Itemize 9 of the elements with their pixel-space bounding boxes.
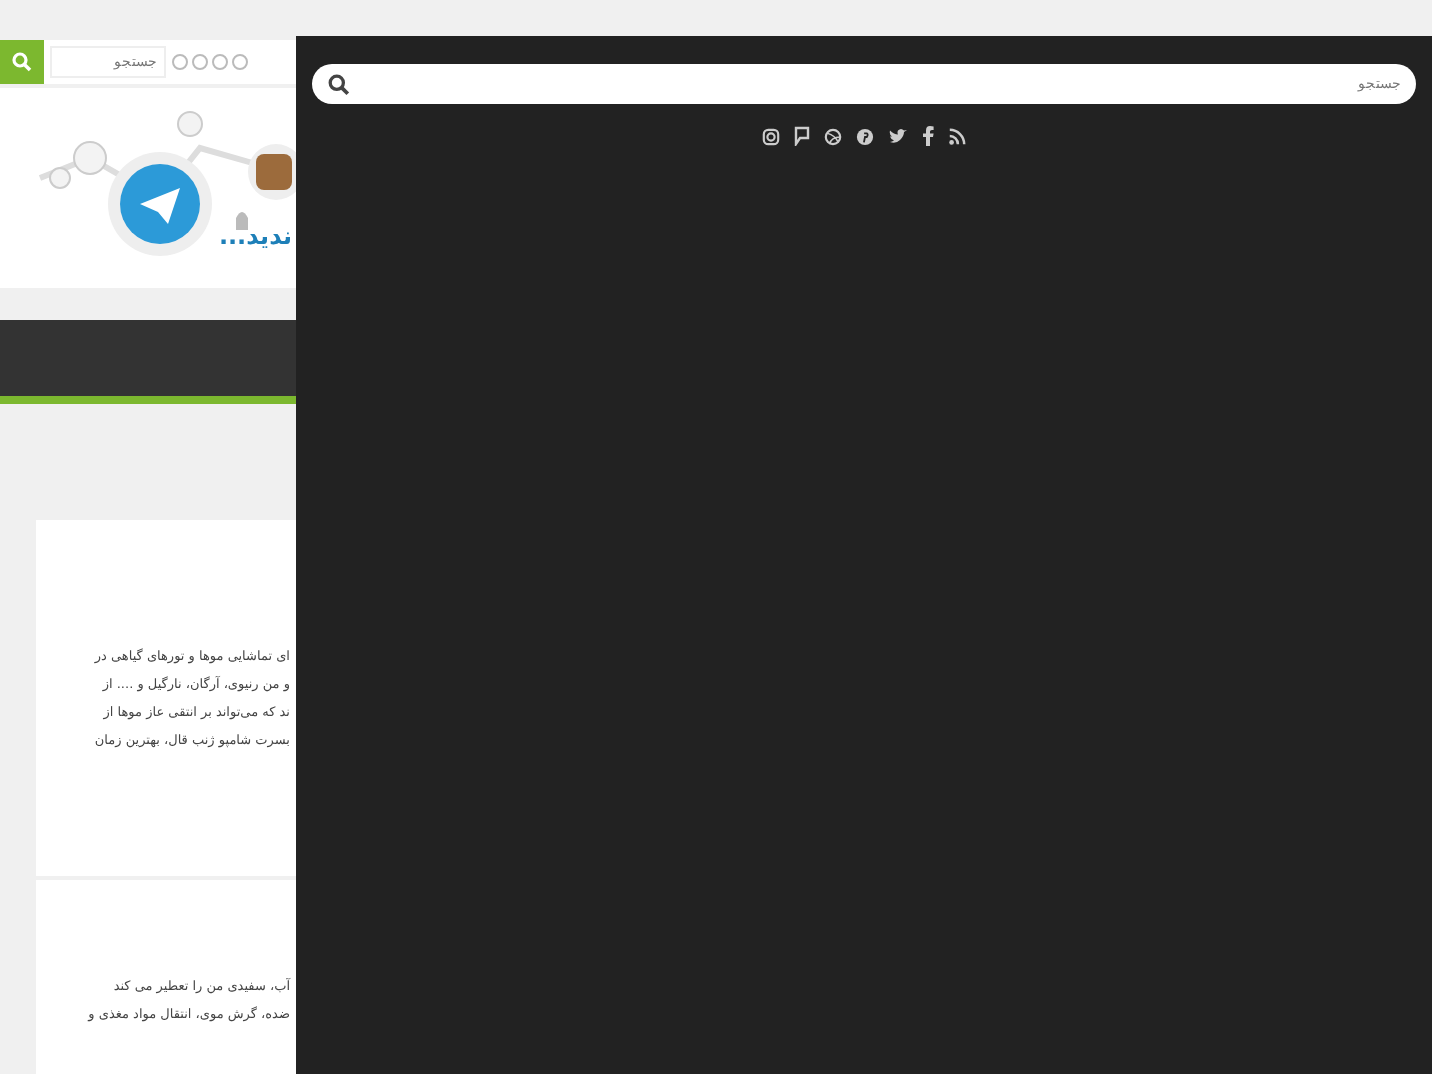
dribbble-icon[interactable] [824, 127, 842, 145]
instagram-icon[interactable] [762, 127, 780, 145]
banner-caption: ...ندید [218, 222, 292, 250]
rss-icon[interactable] [948, 127, 966, 145]
pinterest-icon[interactable] [856, 127, 874, 145]
flag-icon[interactable] [794, 126, 810, 146]
search-icon [12, 52, 32, 72]
facebook-icon[interactable] [922, 126, 934, 146]
twitter-icon[interactable] [888, 127, 908, 145]
